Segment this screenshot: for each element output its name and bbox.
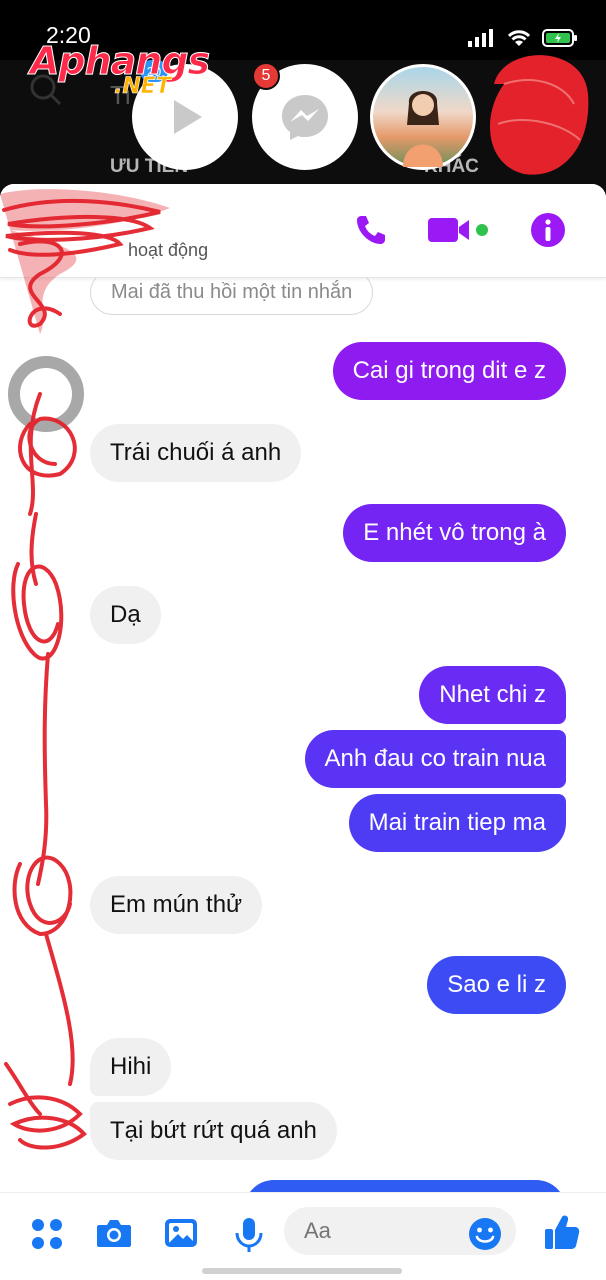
gallery-icon (165, 1219, 197, 1247)
message-bubble-outgoing[interactable]: Cai gi trong dit e z (332, 342, 566, 400)
watermark-logo: Aphangs .NET (29, 39, 210, 99)
camera-icon (97, 1220, 131, 1247)
header-actions (354, 212, 566, 248)
chat-header: hoạt động (0, 184, 606, 278)
phone-icon (357, 216, 385, 244)
gallery-button[interactable] (164, 1217, 198, 1254)
message-bubble-outgoing[interactable]: Sao e li z (427, 956, 566, 1014)
story-user-photo[interactable] (370, 64, 476, 170)
video-call-button[interactable] (428, 215, 490, 245)
message-bubble-incoming[interactable]: Hihi (90, 1038, 172, 1096)
message-bubble-incoming[interactable]: Dạ (90, 586, 161, 644)
microphone-button[interactable] (234, 1217, 264, 1258)
info-button[interactable] (530, 212, 566, 248)
user-photo (403, 91, 443, 167)
camera-button[interactable] (96, 1217, 132, 1254)
contact-status: hoạt động (128, 240, 209, 260)
apps-button[interactable] (30, 1217, 64, 1256)
play-icon (174, 100, 202, 134)
message-bubble-incoming[interactable]: Em mún thử (90, 876, 263, 934)
message-bubble-incoming[interactable]: Trái chuối á anh (90, 424, 302, 482)
message-bubble-incoming[interactable]: Tại bứt rứt quá anh (90, 1102, 337, 1160)
video-icon (428, 218, 488, 242)
message-bubble-outgoing[interactable]: Mai train tiep ma (348, 794, 566, 852)
like-button[interactable] (544, 1213, 580, 1256)
notification-badge: 5 (252, 62, 280, 90)
message-bubble-outgoing[interactable]: Anh đau co train nua (304, 730, 566, 788)
apps-icon (32, 1219, 62, 1249)
emoji-button[interactable] (468, 1217, 502, 1256)
message-bubble-outgoing[interactable]: Nhet chi z (419, 666, 566, 724)
info-icon (531, 213, 565, 247)
microphone-icon (235, 1218, 263, 1252)
home-indicator (202, 1268, 402, 1274)
redaction-scribble-top (490, 55, 589, 175)
composer-bar (0, 1192, 606, 1280)
thumbs-up-icon (545, 1215, 580, 1249)
chat-sheet: hoạt động Mai đã thu hồi một tin nhắn Ca… (0, 184, 606, 1280)
message-bubble-outgoing[interactable]: E nhét vô trong à (343, 504, 566, 562)
messenger-icon (282, 95, 328, 140)
emoji-icon (469, 1218, 501, 1250)
avatar (8, 356, 84, 432)
call-button[interactable] (354, 213, 388, 247)
